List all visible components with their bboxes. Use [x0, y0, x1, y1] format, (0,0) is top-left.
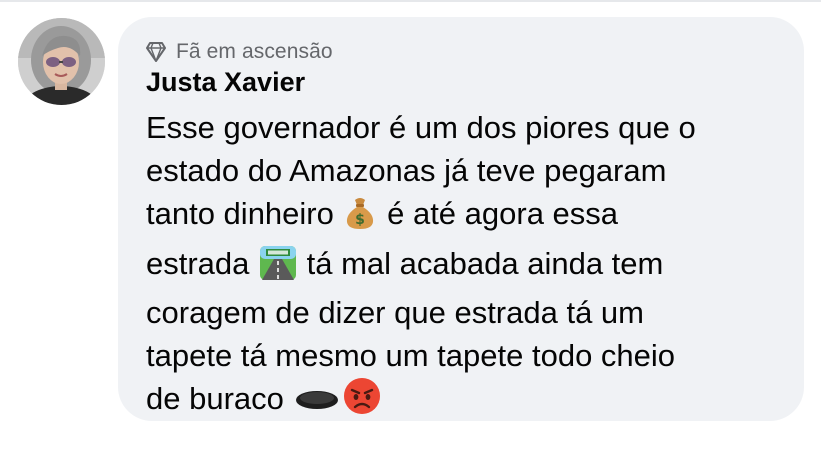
- svg-text:$: $: [356, 212, 366, 228]
- money-bag-emoji: $: [344, 196, 376, 241]
- diamond-icon: [146, 41, 166, 63]
- comment-text-segment: de buraco: [146, 381, 293, 417]
- comment-text-segment: estrada: [146, 245, 259, 281]
- comment-line: estado do Amazonas já teve pegaram: [146, 153, 667, 189]
- comment-text-segment: é até agora essa: [378, 196, 619, 232]
- comment-text-segment: tanto dinheiro: [146, 196, 343, 232]
- angry-face-emoji: [343, 377, 381, 426]
- avatar-image: [18, 18, 105, 105]
- comment-text: Esse governador é um dos piores que o es…: [146, 106, 786, 426]
- comment-text-segment: tá mal acabada ainda tem: [298, 245, 664, 281]
- comment-line: tapete tá mesmo um tapete todo cheio: [146, 338, 676, 374]
- comment-line: de buraco: [146, 377, 786, 426]
- author-name[interactable]: Justa Xavier: [146, 64, 305, 100]
- hole-emoji: [295, 383, 339, 426]
- badge-label: Fã em ascensão: [176, 40, 333, 63]
- fan-badge[interactable]: Fã em ascensão: [146, 39, 333, 65]
- motorway-emoji: [260, 245, 297, 291]
- comment-line: Esse governador é um dos piores que o: [146, 110, 696, 145]
- comment-line: coragem de dizer que estrada tá um: [146, 294, 644, 330]
- comment-line: tanto dinheiro $ é até agora essa: [146, 192, 786, 241]
- comment-line: estrada tá mal acabada ainda tem: [146, 242, 786, 291]
- avatar[interactable]: [18, 18, 105, 105]
- comment-bubble[interactable]: Fã em ascensão Justa Xavier Esse governa…: [118, 17, 804, 421]
- comment: Fã em ascensão Justa Xavier Esse governa…: [0, 0, 821, 463]
